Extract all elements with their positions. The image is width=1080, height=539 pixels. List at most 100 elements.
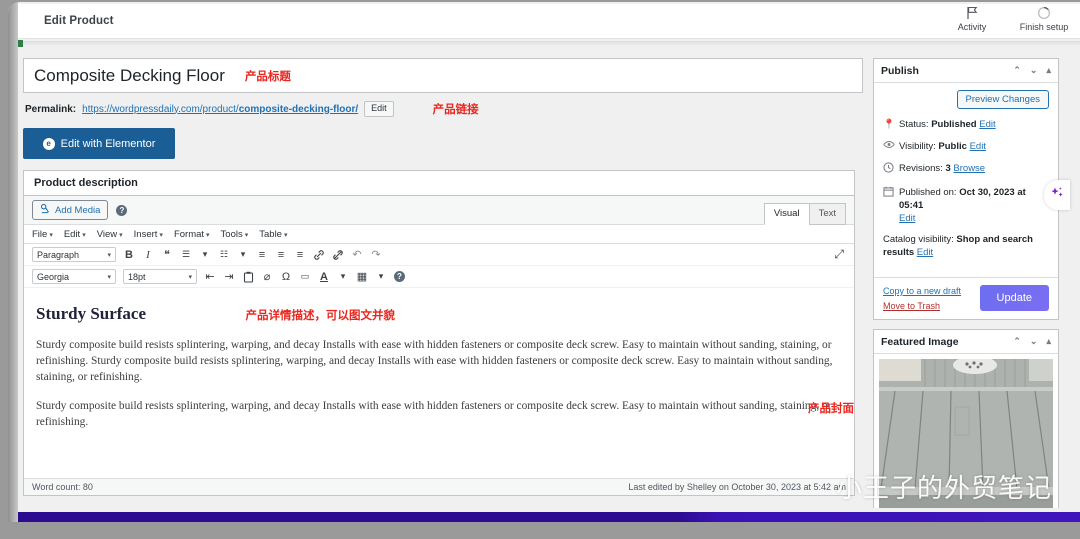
ai-assistant-button[interactable] xyxy=(1044,180,1070,210)
publish-panel: Publish ⌃ ⌄ ▴ Preview Changes 📍 Status: xyxy=(873,58,1059,320)
move-up-icon[interactable]: ⌃ xyxy=(1013,65,1021,76)
add-media-button[interactable]: Add Media xyxy=(32,200,109,220)
finish-setup-button[interactable]: Finish setup xyxy=(1016,5,1072,32)
tab-text[interactable]: Text xyxy=(808,203,846,225)
permalink-row: Permalink: https://wordpressdaily.com/pr… xyxy=(23,101,863,117)
revisions-browse-link[interactable]: Browse xyxy=(953,163,985,174)
description-annotation: 产品详情描述，可以图文并貌 xyxy=(245,308,395,322)
undo-icon[interactable]: ↶ xyxy=(351,248,363,261)
visibility-edit-link[interactable]: Edit xyxy=(970,141,986,152)
insert-link-icon[interactable] xyxy=(313,249,325,261)
featured-image-panel: Featured Image ⌃ ⌄ ▴ xyxy=(873,329,1059,508)
title-annotation: 产品标题 xyxy=(244,68,291,83)
align-right-icon[interactable]: ≡ xyxy=(294,249,306,261)
toggle-panel-icon[interactable]: ▴ xyxy=(1046,65,1051,76)
editor-menubar: File ▾ Edit ▾ View ▾ Insert ▾ Format ▾ Tools ▾… xyxy=(24,225,854,244)
permalink-edit-button[interactable]: Edit xyxy=(364,101,394,117)
menu-table[interactable]: Table ▾ xyxy=(259,229,287,240)
align-left-icon[interactable]: ≡ xyxy=(256,249,268,261)
text-color-icon[interactable]: A xyxy=(318,271,330,283)
keyboard-shortcuts-icon[interactable]: ? xyxy=(394,271,405,282)
document-paragraph-1: Sturdy composite build resists splinteri… xyxy=(36,339,833,383)
table-caret-icon[interactable]: ▾ xyxy=(375,271,387,282)
menu-insert[interactable]: Insert ▾ xyxy=(134,229,163,240)
paste-as-text-icon[interactable] xyxy=(242,271,254,283)
horizontal-rule-icon[interactable]: ▭ xyxy=(299,271,311,282)
menu-edit[interactable]: Edit ▾ xyxy=(64,229,86,240)
product-description-heading: Product description xyxy=(24,171,854,196)
editor-media-row: Add Media ? Visual Text xyxy=(24,196,854,225)
preview-changes-button[interactable]: Preview Changes xyxy=(956,90,1049,109)
text-color-caret-icon[interactable]: ▾ xyxy=(337,271,349,282)
numbered-list-caret-icon[interactable]: ▾ xyxy=(237,249,249,260)
update-button[interactable]: Update xyxy=(979,285,1049,311)
move-to-trash-link[interactable]: Move to Trash xyxy=(883,301,961,311)
increase-indent-icon[interactable]: ⇥ xyxy=(223,270,235,283)
editor-toolbar-row-2: Georgia ▾ 18pt ▾ ⇤ ⇥ ⌀ Ω ▭ A ▾ ▦ ▾ ? xyxy=(24,266,854,288)
status-value: Published xyxy=(931,119,977,130)
editor-document-body[interactable]: Sturdy Surface 产品详情描述，可以图文并貌 Sturdy comp… xyxy=(24,288,854,478)
permalink-link[interactable]: https://wordpressdaily.com/product/compo… xyxy=(82,104,358,115)
font-family-select[interactable]: Georgia ▾ xyxy=(32,269,116,284)
featured-image-thumbnail[interactable] xyxy=(879,359,1053,508)
bullet-list-icon[interactable]: ☰ xyxy=(180,249,192,260)
visibility-row: Visibility: Public Edit xyxy=(883,140,1049,153)
product-title-value: Composite Decking Floor xyxy=(34,65,225,85)
document-heading: Sturdy Surface xyxy=(36,304,147,323)
catalog-edit-link[interactable]: Edit xyxy=(917,247,933,258)
menu-file[interactable]: File ▾ xyxy=(32,229,53,240)
paragraph-style-select[interactable]: Paragraph ▾ xyxy=(32,247,116,262)
bold-icon[interactable]: B xyxy=(123,249,135,261)
menu-tools[interactable]: Tools ▾ xyxy=(221,229,249,240)
permalink-slug: composite-decking-floor/ xyxy=(238,103,359,115)
copy-to-new-draft-link[interactable]: Copy to a new draft xyxy=(883,286,961,296)
decrease-indent-icon[interactable]: ⇤ xyxy=(204,270,216,283)
pin-icon: 📍 xyxy=(883,119,895,130)
move-down-icon[interactable]: ⌄ xyxy=(1030,65,1038,76)
editor-mode-tabs: Visual Text xyxy=(763,203,846,225)
redo-icon[interactable]: ↷ xyxy=(370,248,382,261)
elementor-logo-icon: e xyxy=(42,137,55,150)
eye-icon xyxy=(883,140,895,153)
permalink-label: Permalink: xyxy=(25,103,77,115)
last-edited: Last edited by Shelley on October 30, 20… xyxy=(628,482,846,492)
table-icon[interactable]: ▦ xyxy=(356,270,368,283)
publish-footer-links: Copy to a new draft Move to Trash xyxy=(883,286,961,311)
numbered-list-icon[interactable]: ☷ xyxy=(218,249,230,260)
blockquote-icon[interactable]: ❝ xyxy=(161,248,173,261)
italic-icon[interactable]: I xyxy=(142,249,154,261)
remove-link-icon[interactable] xyxy=(332,249,344,261)
special-character-icon[interactable]: Ω xyxy=(280,271,292,283)
admin-bar-actions: Activity Finish setup xyxy=(944,5,1072,32)
featured-image-header: Featured Image ⌃ ⌄ ▴ xyxy=(874,330,1058,354)
bullet-list-caret-icon[interactable]: ▾ xyxy=(199,249,211,260)
move-up-icon[interactable]: ⌃ xyxy=(1013,336,1021,347)
media-icon xyxy=(40,203,51,217)
activity-button[interactable]: Activity xyxy=(944,5,1000,32)
product-title-field[interactable]: Composite Decking Floor 产品标题 xyxy=(23,58,863,93)
menu-view[interactable]: View ▾ xyxy=(97,229,123,240)
activity-label: Activity xyxy=(957,22,987,32)
menu-format[interactable]: Format ▾ xyxy=(174,229,210,240)
visibility-label: Visibility: xyxy=(899,141,936,152)
fullscreen-icon[interactable]: ⤢ xyxy=(834,247,844,262)
featured-image-annotation: 产品封面 xyxy=(808,401,854,415)
editor-status-bar: Word count: 80 Last edited by Shelley on… xyxy=(24,478,854,495)
status-edit-link[interactable]: Edit xyxy=(979,119,995,130)
toggle-panel-icon[interactable]: ▴ xyxy=(1046,336,1051,347)
help-icon[interactable]: ? xyxy=(116,204,128,216)
flag-icon xyxy=(966,5,979,21)
publish-panel-controls: ⌃ ⌄ ▴ xyxy=(1013,65,1051,76)
document-heading-row: Sturdy Surface 产品详情描述，可以图文并貌 xyxy=(36,304,842,324)
product-description-card: Product description Add Media ? Visual T… xyxy=(23,170,855,496)
revisions-row: Revisions: 3 Browse xyxy=(883,162,1049,177)
clear-formatting-icon[interactable]: ⌀ xyxy=(261,270,273,283)
published-on-edit-link[interactable]: Edit xyxy=(899,213,915,224)
edit-with-elementor-button[interactable]: e Edit with Elementor xyxy=(23,128,175,159)
tab-visual[interactable]: Visual xyxy=(763,203,810,225)
publish-panel-header: Publish ⌃ ⌄ ▴ xyxy=(874,59,1058,83)
align-center-icon[interactable]: ≡ xyxy=(275,249,287,261)
window-frame-bottom xyxy=(0,522,1080,539)
font-size-select[interactable]: 18pt ▾ xyxy=(123,269,197,284)
move-down-icon[interactable]: ⌄ xyxy=(1030,336,1038,347)
